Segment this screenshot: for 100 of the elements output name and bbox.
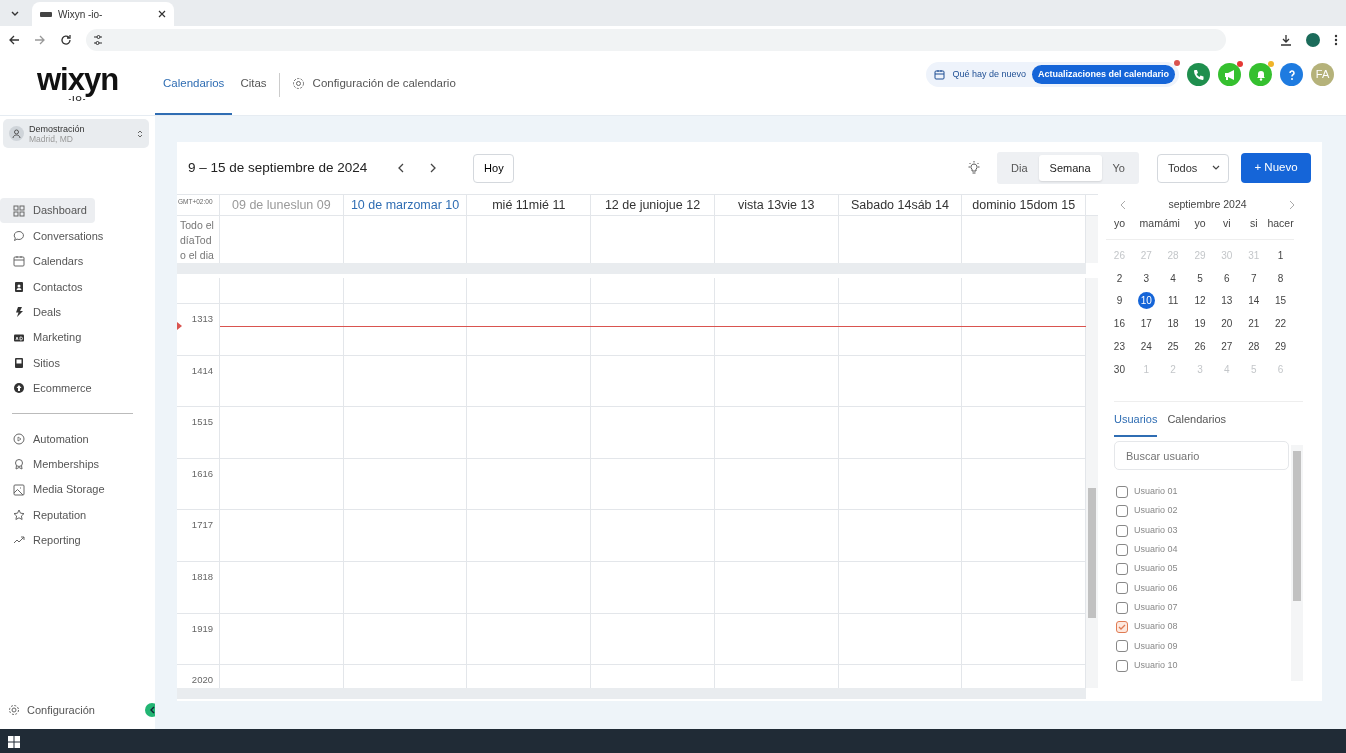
sidebar-item[interactable]: Calendars: [0, 248, 92, 275]
settings-tab[interactable]: Configuración de calendario: [283, 54, 464, 115]
calendar-day[interactable]: 2: [1110, 269, 1128, 287]
back-icon[interactable]: [8, 34, 20, 46]
sidebar-item[interactable]: Reputation: [0, 502, 95, 528]
checkbox[interactable]: [1116, 563, 1128, 576]
calendar-day[interactable]: 25: [1164, 338, 1182, 356]
browser-tab[interactable]: Wixyn -io-: [32, 2, 174, 26]
sidebar-item[interactable]: Memberships: [0, 451, 108, 477]
sidebar-item[interactable]: Reporting: [0, 527, 89, 554]
filter-dropdown[interactable]: Todos: [1157, 153, 1229, 183]
calendar-day[interactable]: 30: [1110, 360, 1128, 378]
sidebar-item[interactable]: Contactos: [0, 274, 91, 300]
scrollbar[interactable]: [1086, 278, 1098, 688]
day-header[interactable]: mié 11mié 11: [467, 195, 591, 216]
checkbox[interactable]: [1116, 659, 1128, 672]
search-field[interactable]: Buscar usuario: [1114, 441, 1289, 471]
scrollbar[interactable]: [177, 688, 1086, 699]
forward-icon[interactable]: [34, 34, 46, 46]
calendar-day[interactable]: 5: [1191, 269, 1209, 287]
checkbox[interactable]: [1116, 485, 1128, 498]
checkbox[interactable]: [1116, 621, 1128, 633]
scrollbar[interactable]: [1086, 216, 1098, 263]
bell-button[interactable]: [1249, 63, 1272, 86]
help-button[interactable]: [1280, 63, 1303, 86]
calendar-day[interactable]: 17: [1137, 315, 1155, 333]
sidebar-item[interactable]: Dashboard: [0, 198, 95, 224]
panel-tab[interactable]: Usuarios: [1114, 407, 1158, 438]
day-header[interactable]: 12 de juniojue 12: [591, 195, 714, 216]
view-tab[interactable]: Semana: [1038, 154, 1102, 182]
scrollbar[interactable]: [1291, 445, 1303, 682]
download-icon[interactable]: [1280, 34, 1292, 46]
calendar-day[interactable]: 18: [1164, 315, 1182, 333]
calendar-day[interactable]: 10: [1137, 292, 1155, 310]
calendar-day[interactable]: 20: [1218, 315, 1236, 333]
profile-icon[interactable]: [1306, 33, 1320, 47]
time-marker-icon: [177, 322, 182, 330]
scrollbar[interactable]: [177, 263, 1086, 274]
sidebar-item[interactable]: Automation: [0, 426, 97, 452]
calendar-day[interactable]: 6: [1218, 269, 1236, 287]
calendar-day[interactable]: 28: [1245, 338, 1263, 356]
checkbox[interactable]: [1116, 601, 1128, 614]
calendar-day[interactable]: 24: [1137, 338, 1155, 356]
site-settings-icon[interactable]: [92, 34, 104, 46]
calendar-day[interactable]: 12: [1191, 292, 1209, 310]
checkbox[interactable]: [1116, 524, 1128, 537]
nav-tab[interactable]: Citas: [232, 54, 275, 115]
calendar-day[interactable]: 13: [1218, 292, 1236, 310]
chevron-left-icon[interactable]: [1120, 200, 1126, 210]
calendar-day[interactable]: 4: [1164, 269, 1182, 287]
day-header[interactable]: vista 13vie 13: [714, 195, 838, 216]
sidebar-item[interactable]: Sitios: [0, 350, 68, 376]
checkbox[interactable]: [1116, 505, 1128, 518]
account-switcher[interactable]: Demostración Madrid, MD: [3, 119, 149, 148]
sidebar-item[interactable]: Marketing: [0, 324, 90, 351]
checkbox[interactable]: [1116, 640, 1128, 653]
phone-button[interactable]: [1187, 63, 1210, 86]
day-header[interactable]: 10 de marzomar 10: [343, 195, 467, 216]
calendar-day[interactable]: 23: [1110, 338, 1128, 356]
megaphone-button[interactable]: [1218, 63, 1241, 86]
calendar-day[interactable]: 16: [1110, 315, 1128, 333]
calendar-day[interactable]: 15: [1272, 292, 1290, 310]
sidebar-item[interactable]: Media Storage: [0, 476, 113, 503]
today-button[interactable]: Hoy: [473, 153, 515, 183]
panel-tab[interactable]: Calendarios: [1167, 407, 1227, 438]
calendar-day[interactable]: 9: [1110, 292, 1128, 310]
lightbulb-icon[interactable]: [967, 161, 982, 175]
calendar-day[interactable]: 22: [1272, 315, 1290, 333]
close-icon[interactable]: [158, 10, 166, 18]
user-name: Usuario 07: [1134, 600, 1178, 614]
month-title: septiembre 2024: [1168, 197, 1247, 213]
checkbox[interactable]: [1116, 582, 1128, 595]
new-button[interactable]: + Nuevo: [1241, 153, 1311, 183]
calendar-day[interactable]: 14: [1245, 292, 1263, 310]
calendar-day[interactable]: 26: [1191, 338, 1209, 356]
menu-icon[interactable]: [1334, 34, 1338, 46]
start-icon[interactable]: [8, 735, 20, 748]
calendar-day[interactable]: 8: [1272, 269, 1290, 287]
sidebar-item[interactable]: Conversations: [0, 223, 112, 249]
calendar-day[interactable]: 29: [1272, 338, 1290, 356]
view-tab[interactable]: Yo: [1101, 154, 1136, 182]
chevron-right-icon[interactable]: [1289, 200, 1295, 210]
sidebar-item[interactable]: Deals: [0, 299, 70, 325]
day-header[interactable]: Sabado 14sáb 14: [838, 195, 962, 216]
dashboard-icon: [13, 204, 25, 217]
calendar-day[interactable]: 27: [1218, 338, 1236, 356]
day-header[interactable]: dominio 15dom 15: [962, 195, 1086, 216]
reload-icon[interactable]: [60, 34, 72, 46]
user-name: Usuario 09: [1134, 639, 1178, 653]
whats-new-pill[interactable]: Qué hay de nuevo Actualizaciones del calendario: [926, 61, 1179, 88]
calendar-day[interactable]: 21: [1245, 315, 1263, 333]
calendar-day[interactable]: 1: [1272, 246, 1290, 264]
sidebar-item[interactable]: Ecommerce: [0, 375, 100, 402]
calendar-day[interactable]: 11: [1164, 292, 1182, 310]
calendar-day[interactable]: 19: [1191, 315, 1209, 333]
settings-link[interactable]: Configuración: [27, 701, 95, 719]
view-tab[interactable]: Dia: [1000, 154, 1039, 182]
checkbox[interactable]: [1116, 543, 1128, 556]
calendar-day[interactable]: 3: [1137, 269, 1155, 287]
calendar-day[interactable]: 7: [1245, 269, 1263, 287]
